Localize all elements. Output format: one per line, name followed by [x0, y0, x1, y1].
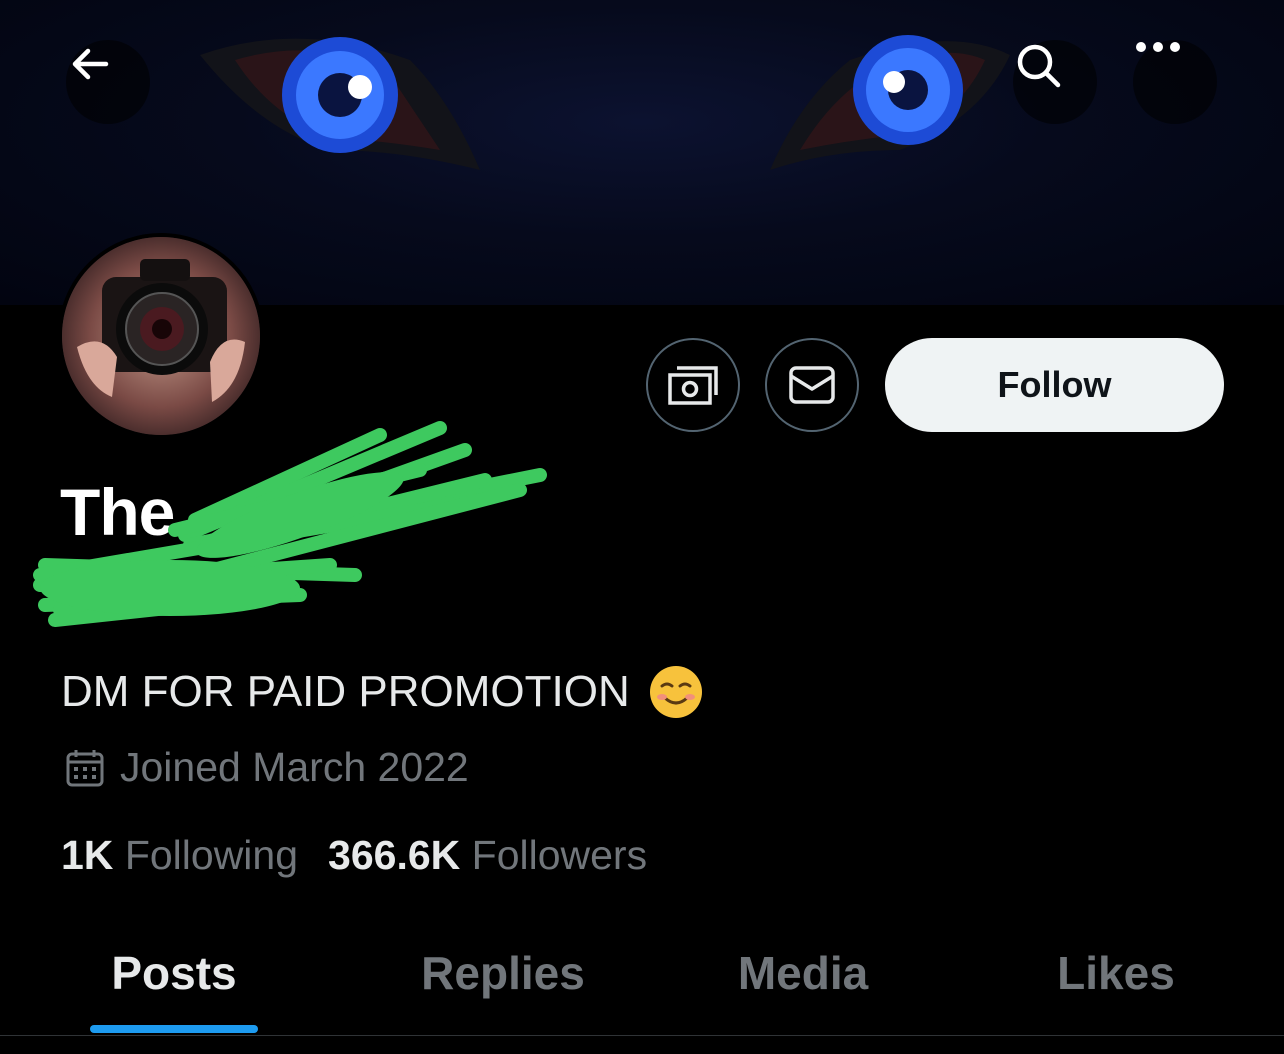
follow-stats: 1K Following 366.6K Followers	[61, 832, 677, 879]
avatar[interactable]	[58, 233, 264, 439]
active-tab-indicator	[90, 1025, 258, 1033]
more-options-button[interactable]	[1133, 40, 1217, 124]
joined-date: Joined March 2022	[64, 744, 469, 791]
search-button[interactable]	[1013, 40, 1097, 124]
smiling-face-emoji	[649, 666, 702, 718]
followers-label: Followers	[471, 832, 648, 878]
more-icon	[1136, 42, 1180, 52]
calendar-icon	[66, 749, 104, 786]
followers-link[interactable]: 366.6K Followers	[328, 832, 647, 879]
tab-likes[interactable]: Likes	[948, 918, 1284, 1028]
message-button[interactable]	[765, 338, 859, 432]
search-icon	[1017, 44, 1061, 88]
money-icon	[668, 366, 718, 405]
tab-posts[interactable]: Posts	[0, 918, 348, 1028]
follow-label: Follow	[997, 364, 1112, 405]
avatar-camera-image	[62, 237, 260, 435]
bio-text: DM FOR PAID PROMOTION	[61, 667, 630, 716]
tabs-divider	[0, 1035, 1284, 1036]
follow-button[interactable]: Follow	[885, 338, 1224, 432]
envelope-icon	[789, 366, 835, 404]
subscribe-button[interactable]	[646, 338, 740, 432]
arrow-left-icon	[72, 48, 109, 80]
tab-media[interactable]: Media	[658, 918, 948, 1028]
following-count: 1K	[61, 832, 114, 878]
bio: DM FOR PAID PROMOTION	[61, 664, 704, 720]
back-button[interactable]	[66, 40, 150, 124]
followers-count: 366.6K	[328, 832, 461, 878]
joined-text: Joined March 2022	[120, 744, 469, 790]
following-link[interactable]: 1K Following	[61, 832, 298, 879]
display-name: The	[60, 475, 175, 549]
tab-replies[interactable]: Replies	[348, 918, 658, 1028]
profile-tabs: Posts Replies Media Likes	[0, 918, 1284, 1036]
following-label: Following	[124, 832, 299, 878]
